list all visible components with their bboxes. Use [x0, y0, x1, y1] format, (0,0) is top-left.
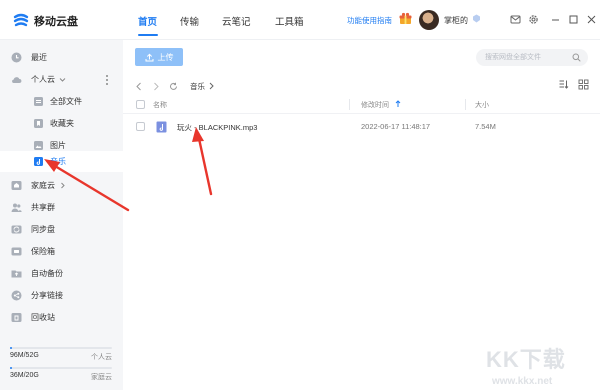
image-icon	[34, 140, 43, 150]
column-name[interactable]: 名称	[153, 100, 167, 110]
gear-icon[interactable]	[528, 14, 539, 25]
sidebar-item-label: 自动备份	[31, 268, 63, 278]
sidebar-item-label: 保险箱	[31, 246, 55, 256]
sort-ascending-icon	[395, 100, 401, 107]
sidebar-item-favorites[interactable]: 收藏夹	[0, 112, 123, 134]
sort-icon[interactable]	[558, 79, 569, 90]
backup-folder-icon	[11, 270, 22, 277]
title-bar: 移动云盘 首页 传输 云笔记 工具箱 功能使用指南 掌柜的	[0, 0, 600, 40]
storage-bar	[10, 367, 112, 369]
close-icon[interactable]	[586, 14, 597, 25]
sidebar-item-safe[interactable]: 保险箱	[0, 240, 123, 262]
sidebar-item-label: 全部文件	[50, 96, 82, 106]
chevron-right-icon	[209, 82, 214, 90]
upload-icon	[145, 53, 153, 61]
sidebar-item-family-cloud[interactable]: 家庭云	[0, 174, 123, 196]
share-icon	[11, 290, 22, 300]
upload-label: 上传	[157, 52, 174, 62]
column-divider	[349, 99, 350, 110]
tab-home[interactable]: 首页	[138, 14, 157, 28]
storage-name: 家庭云	[91, 374, 112, 381]
file-name[interactable]: 玩火 - BLACKPINK.mp3	[177, 122, 257, 133]
username[interactable]: 掌柜的	[444, 15, 468, 26]
column-size[interactable]: 大小	[475, 100, 489, 110]
row-checkbox[interactable]	[136, 122, 145, 131]
file-modified: 2022-06-17 11:48:17	[361, 122, 431, 131]
storage-bar	[10, 347, 112, 349]
music-icon	[34, 157, 43, 166]
feature-guide-link[interactable]: 功能使用指南	[347, 15, 392, 26]
sync-icon	[11, 225, 22, 233]
chevron-down-icon[interactable]	[59, 76, 66, 83]
cloud-logo-icon	[13, 13, 29, 27]
grid-view-icon[interactable]	[578, 79, 589, 90]
file-size: 7.54M	[475, 122, 496, 131]
table-row[interactable]: 玩火 - BLACKPINK.mp3 2022-06-17 11:48:17 7…	[123, 117, 600, 137]
tab-toolbox[interactable]: 工具箱	[275, 14, 304, 28]
home-icon	[11, 180, 22, 190]
avatar[interactable]	[419, 10, 439, 30]
column-modified[interactable]: 修改时间	[361, 100, 389, 110]
upload-button[interactable]: 上传	[135, 48, 183, 66]
refresh-icon[interactable]	[169, 82, 178, 91]
sidebar-item-label: 分享链接	[31, 290, 63, 300]
column-divider	[465, 99, 466, 110]
search-icon[interactable]	[572, 53, 581, 62]
table-header: 名称 修改时间 大小	[123, 96, 600, 114]
active-tab-indicator	[138, 34, 158, 36]
sidebar: 最近 个人云 全部文件 收藏夹 图片 音乐 家庭云 共享群 同步盘 保险箱 自动…	[0, 40, 123, 390]
back-icon[interactable]	[135, 82, 143, 91]
cloud-icon	[12, 76, 22, 83]
maximize-icon[interactable]	[568, 14, 579, 25]
breadcrumb: 音乐	[135, 80, 215, 92]
group-icon	[11, 203, 22, 212]
sidebar-item-music[interactable]: 音乐	[0, 151, 123, 172]
gift-icon[interactable]	[399, 12, 412, 25]
bookmark-icon	[34, 118, 43, 128]
select-all-checkbox[interactable]	[136, 100, 145, 109]
safe-icon	[11, 247, 22, 255]
watermark-text: KK下载	[486, 347, 566, 372]
sidebar-item-auto-backup[interactable]: 自动备份	[0, 262, 123, 284]
sidebar-item-label: 共享群	[31, 202, 55, 212]
forward-icon[interactable]	[152, 82, 160, 91]
more-options-icon[interactable]	[105, 74, 109, 86]
tab-cloud-notes[interactable]: 云笔记	[222, 14, 251, 28]
sidebar-item-label: 个人云	[31, 74, 55, 84]
breadcrumb-current[interactable]: 音乐	[190, 81, 205, 92]
clock-icon	[11, 52, 22, 62]
main-content: 上传 音乐 名称 修改时间 大小 玩火 - BLACKPINK.mp3 2022…	[123, 40, 600, 390]
sidebar-item-label: 音乐	[50, 157, 66, 166]
trash-icon	[11, 312, 22, 322]
personal-cloud-storage: 96M/52G 个人云	[10, 347, 112, 361]
sidebar-item-share-link[interactable]: 分享链接	[0, 284, 123, 306]
sidebar-item-label: 同步盘	[31, 224, 55, 234]
storage-fill	[10, 347, 12, 349]
sidebar-item-label: 收藏夹	[50, 118, 74, 128]
vip-badge-icon	[473, 14, 480, 23]
watermark-url: www.kkx.net	[492, 376, 553, 387]
mail-icon[interactable]	[510, 14, 521, 25]
storage-used: 96M/52G	[10, 352, 39, 359]
sidebar-item-label: 家庭云	[31, 180, 55, 190]
storage-fill	[10, 367, 12, 369]
minimize-icon[interactable]	[550, 14, 561, 25]
storage-used: 36M/20G	[10, 372, 39, 379]
sidebar-item-shared-group[interactable]: 共享群	[0, 196, 123, 218]
music-file-icon	[156, 121, 167, 133]
tab-transfer[interactable]: 传输	[180, 14, 199, 28]
sidebar-item-trash[interactable]: 回收站	[0, 306, 123, 328]
family-cloud-storage: 36M/20G 家庭云	[10, 367, 112, 381]
sidebar-item-all-files[interactable]: 全部文件	[0, 90, 123, 112]
chevron-right-icon[interactable]	[59, 182, 66, 189]
sidebar-item-label: 图片	[50, 140, 66, 150]
app-title: 移动云盘	[34, 16, 78, 28]
storage-name: 个人云	[91, 354, 112, 361]
sidebar-item-label: 最近	[31, 52, 47, 62]
sidebar-item-sync-drive[interactable]: 同步盘	[0, 218, 123, 240]
sidebar-item-recent[interactable]: 最近	[0, 46, 123, 68]
folder-icon	[34, 96, 43, 106]
sidebar-item-label: 回收站	[31, 312, 55, 322]
